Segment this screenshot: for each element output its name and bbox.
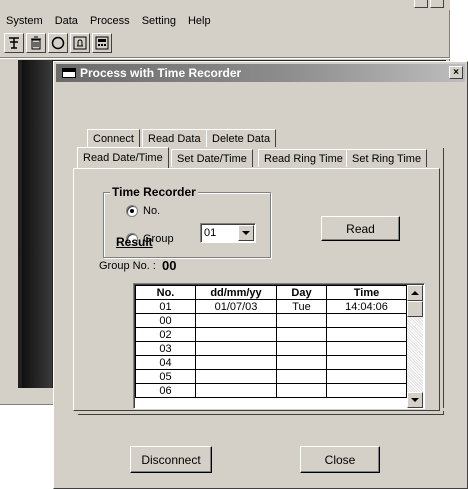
menu-help[interactable]: Help: [188, 15, 211, 27]
cell-no: 00: [135, 313, 196, 328]
cell-time: [326, 369, 407, 384]
dialog-title-bar[interactable]: Process with Time Recorder ×: [56, 64, 465, 82]
toolbar-separator: [0, 57, 450, 59]
calculator-toolbar-button[interactable]: [92, 33, 112, 53]
menu-bar: System Data Process Setting Help: [0, 12, 450, 30]
cell-no: 05: [135, 369, 196, 384]
alarm-toolbar-button[interactable]: [70, 33, 90, 53]
process-dialog: Process with Time Recorder × Connect Rea…: [53, 61, 468, 489]
table-row[interactable]: 06: [135, 383, 407, 398]
cell-time: [326, 327, 407, 342]
cell-date: 01/07/03: [195, 299, 277, 314]
app-restore-button[interactable]: [414, 0, 428, 8]
tab-delete-data[interactable]: Delete Data: [206, 129, 277, 147]
cell-time: [326, 341, 407, 356]
result-table-container: No. dd/mm/yy Day Time 01 01/07/03 Tue 14…: [133, 283, 425, 409]
tab-panel-back-edge: [440, 148, 444, 408]
tab-read-ring-time[interactable]: Read Ring Time: [258, 149, 349, 167]
table-vertical-scrollbar[interactable]: [407, 285, 423, 408]
trash-icon: [31, 36, 41, 50]
chevron-down-icon: [242, 231, 250, 235]
tab-connect[interactable]: Connect: [87, 129, 140, 147]
group-no-label: Group No. :: [99, 260, 156, 272]
tab-read-data[interactable]: Read Data: [142, 129, 207, 147]
result-label: Result: [116, 235, 153, 249]
tab-set-date-time[interactable]: Set Date/Time: [171, 149, 253, 167]
select-dropdown-button[interactable]: [238, 225, 254, 241]
alarm-bell-icon: [73, 36, 87, 50]
table-row[interactable]: 01 01/07/03 Tue 14:04:06: [135, 299, 407, 314]
cell-date: [195, 327, 277, 342]
app-title-strip: [0, 0, 450, 10]
recorder-number-select[interactable]: 01: [200, 223, 256, 243]
connect-icon: [9, 37, 19, 49]
scroll-up-button[interactable]: [407, 285, 423, 301]
cell-date: [195, 369, 277, 384]
disconnect-button[interactable]: Disconnect: [130, 446, 212, 473]
time-recorder-title: Time Recorder: [110, 185, 198, 199]
read-button[interactable]: Read: [321, 216, 400, 241]
cell-no: 04: [135, 355, 196, 370]
group-no-value: 00: [162, 258, 177, 273]
cell-time: 14:04:06: [326, 299, 407, 314]
cell-no: 02: [135, 327, 196, 342]
cell-time: [326, 383, 407, 398]
recorder-number-value: 01: [204, 227, 217, 239]
clock-toolbar-button[interactable]: [48, 33, 68, 53]
menu-data[interactable]: Data: [55, 15, 78, 27]
column-header-no: No.: [135, 285, 196, 300]
table-row[interactable]: 04: [135, 355, 407, 370]
toolbar: [4, 33, 114, 55]
cell-day: [276, 355, 327, 370]
cell-time: [326, 355, 407, 370]
cell-day: [276, 313, 327, 328]
table-row[interactable]: 00: [135, 313, 407, 328]
connect-toolbar-button[interactable]: [4, 33, 24, 53]
chevron-down-icon: [411, 398, 419, 402]
cell-date: [195, 341, 277, 356]
cell-no: 06: [135, 383, 196, 398]
dialog-title: Process with Time Recorder: [80, 66, 242, 80]
scroll-down-button[interactable]: [407, 392, 423, 408]
cell-day: Tue: [276, 299, 327, 314]
cell-time: [326, 313, 407, 328]
cell-date: [195, 313, 277, 328]
table-row[interactable]: 05: [135, 369, 407, 384]
result-table: No. dd/mm/yy Day Time 01 01/07/03 Tue 14…: [135, 285, 407, 398]
tab-set-ring-time[interactable]: Set Ring Time: [346, 149, 428, 167]
cell-day: [276, 327, 327, 342]
clock-icon: [51, 36, 65, 50]
menu-system[interactable]: System: [6, 15, 43, 27]
close-button[interactable]: Close: [300, 446, 380, 473]
cell-date: [195, 383, 277, 398]
app-window-controls: [412, 0, 444, 8]
column-header-date: dd/mm/yy: [195, 285, 277, 300]
radio-no-label: No.: [143, 205, 161, 217]
cell-day: [276, 369, 327, 384]
dialog-close-button[interactable]: ×: [449, 66, 463, 79]
cell-date: [195, 355, 277, 370]
cell-day: [276, 341, 327, 356]
tab-read-date-time[interactable]: Read Date/Time: [77, 147, 169, 168]
app-close-button[interactable]: [430, 0, 444, 8]
table-row[interactable]: 02: [135, 327, 407, 342]
calculator-icon: [95, 36, 109, 50]
radio-no[interactable]: No.: [126, 205, 160, 217]
table-row[interactable]: 03: [135, 341, 407, 356]
table-header-row: No. dd/mm/yy Day Time: [135, 285, 407, 300]
menu-setting[interactable]: Setting: [142, 15, 176, 27]
tab-panel-back-edge-bottom: [78, 411, 444, 415]
column-header-day: Day: [276, 285, 327, 300]
column-header-time: Time: [326, 285, 407, 300]
cell-no: 03: [135, 341, 196, 356]
cell-no: 01: [135, 299, 196, 314]
menu-process[interactable]: Process: [90, 15, 130, 27]
window-icon: [62, 68, 76, 78]
radio-no-indicator: [126, 205, 138, 217]
read-date-time-panel: Time Recorder No. Group 01 Read Result G…: [73, 168, 440, 411]
scrollbar-thumb[interactable]: [407, 301, 423, 317]
cell-day: [276, 383, 327, 398]
chevron-up-icon: [411, 291, 419, 295]
delete-toolbar-button[interactable]: [26, 33, 46, 53]
